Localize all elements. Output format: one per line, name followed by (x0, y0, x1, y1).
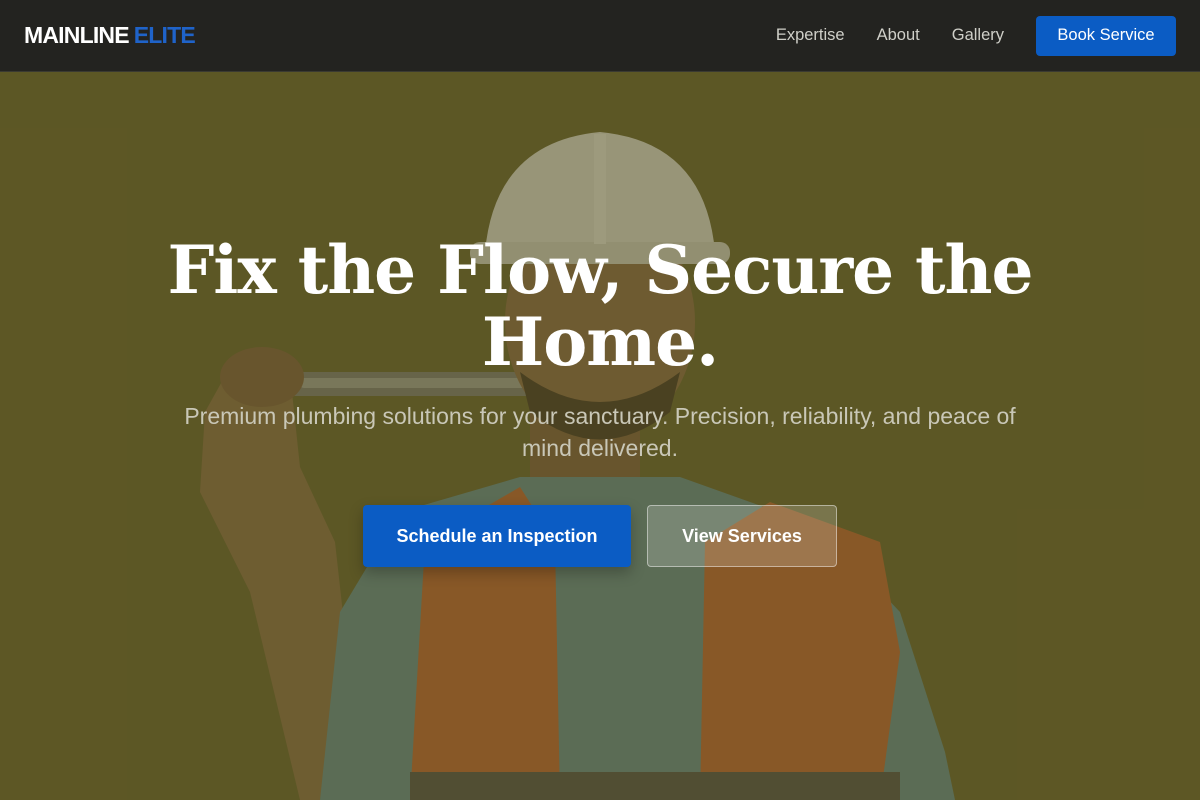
nav-link-about[interactable]: About (877, 26, 920, 45)
hero-headline: Fix the Flow, Secure the Home. (167, 231, 1033, 381)
hero-subtitle: Premium plumbing solutions for your sanc… (184, 403, 1016, 461)
hero-cta-group: Schedule an Inspection View Services (0, 505, 1200, 567)
schedule-inspection-button[interactable]: Schedule an Inspection (363, 505, 631, 567)
logo-main-text: MAINLINE (24, 22, 130, 48)
main-nav: Expertise About Gallery Book Service (776, 15, 1176, 56)
site-header: MAINLINE ELITE Expertise About Gallery Bo… (0, 0, 1200, 72)
logo-accent-text: ELITE (133, 22, 196, 48)
view-services-button[interactable]: View Services (647, 505, 837, 567)
brand-logo[interactable]: MAINLINE ELITE (24, 22, 196, 49)
book-service-button[interactable]: Book Service (1036, 15, 1176, 56)
hero-content: Fix the Flow, Secure the Home. Premium p… (0, 72, 1200, 800)
nav-link-expertise[interactable]: Expertise (776, 26, 845, 45)
hero-section: Fix the Flow, Secure the Home. Premium p… (0, 72, 1200, 800)
nav-link-gallery[interactable]: Gallery (952, 26, 1004, 45)
